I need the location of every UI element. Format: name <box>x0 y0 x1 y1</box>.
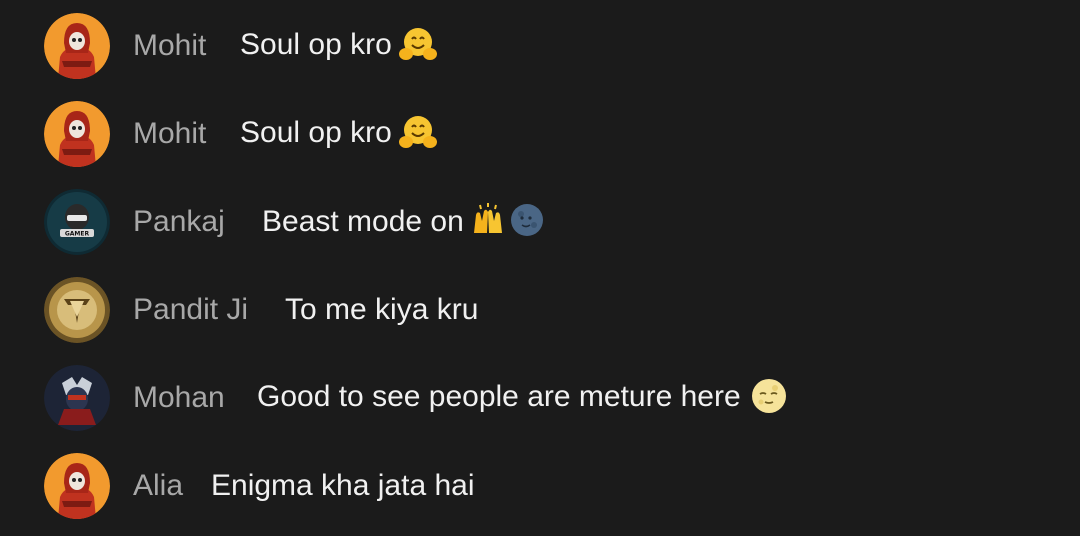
comment-text: Soul op kro <box>240 115 438 150</box>
hooded-skull-avatar-icon <box>44 13 110 79</box>
avatar[interactable] <box>44 277 110 343</box>
chat-comment: Mohit Soul op kro <box>0 94 1080 174</box>
chat-comment: GAMER Pankaj Beast mode on <box>0 182 1080 262</box>
comment-author[interactable]: Pankaj <box>133 207 225 237</box>
comment-message: To me kiya kru <box>285 293 479 326</box>
comment-message: Soul op kro <box>240 28 392 62</box>
live-chat-list: Mohit Soul op kro Mohit Soul op kro GAME… <box>0 0 1080 536</box>
comment-author[interactable]: Mohit <box>133 31 206 61</box>
chat-comment: Alia Enigma kha jata hai <box>0 446 1080 526</box>
comment-text: Good to see people are meture here <box>257 378 787 414</box>
hooded-skull-avatar-icon <box>44 101 110 167</box>
masked-ninja-avatar-icon <box>44 365 110 431</box>
comment-message: Beast mode on <box>262 204 464 238</box>
new-moon-face-icon <box>510 203 544 237</box>
comment-text: Soul op kro <box>240 27 438 62</box>
comment-message: Soul op kro <box>240 116 392 150</box>
avatar[interactable] <box>44 13 110 79</box>
chat-comment: Mohan Good to see people are meture here <box>0 358 1080 438</box>
gold-logo-avatar-icon <box>44 277 110 343</box>
avatar[interactable] <box>44 453 110 519</box>
comment-author[interactable]: Alia <box>133 471 183 501</box>
gamer-mascot-avatar-icon: GAMER <box>44 189 110 255</box>
comment-text: Enigma kha jata hai <box>211 471 475 501</box>
comment-text: Beast mode on <box>262 203 544 238</box>
comment-message: Enigma kha jata hai <box>211 469 475 502</box>
chat-comment: Mohit Soul op kro <box>0 6 1080 86</box>
hugging-face-icon <box>398 26 438 62</box>
comment-author[interactable]: Mohan <box>133 383 225 413</box>
avatar[interactable]: GAMER <box>44 189 110 255</box>
avatar[interactable] <box>44 101 110 167</box>
comment-author[interactable]: Pandit Ji <box>133 295 248 325</box>
hugging-face-icon <box>398 114 438 150</box>
svg-text:GAMER: GAMER <box>65 231 90 238</box>
avatar[interactable] <box>44 365 110 431</box>
comment-text: To me kiya kru <box>285 295 478 325</box>
comment-author[interactable]: Mohit <box>133 119 206 149</box>
comment-message: Good to see people are meture here <box>257 380 741 414</box>
hooded-skull-avatar-icon <box>44 453 110 519</box>
full-moon-face-icon <box>751 378 787 414</box>
chat-comment: Pandit Ji To me kiya kru <box>0 270 1080 350</box>
raising-hands-icon <box>470 203 506 237</box>
